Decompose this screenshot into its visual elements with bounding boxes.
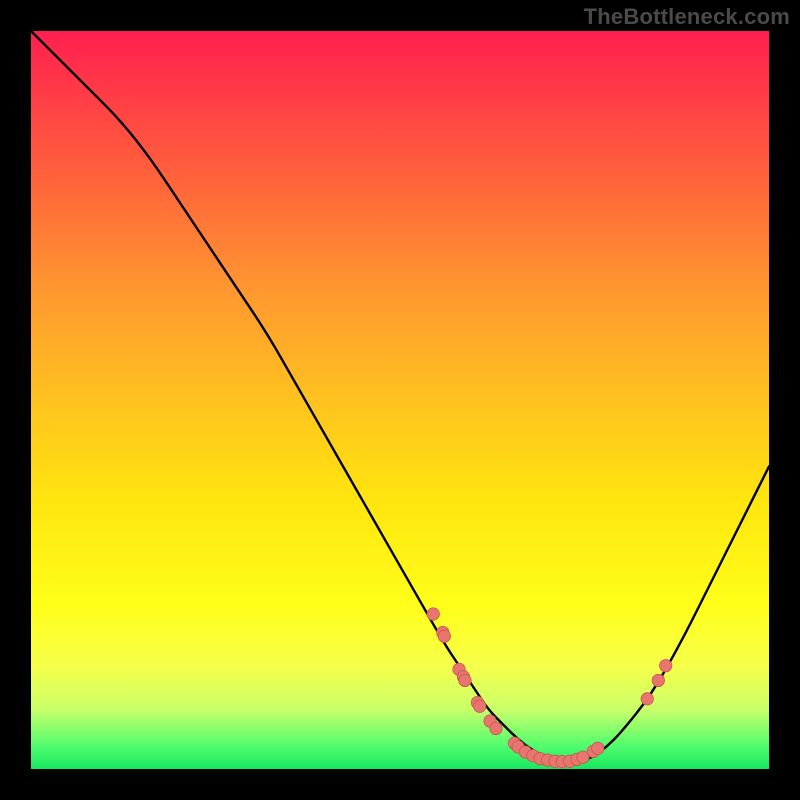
watermark-text: TheBottleneck.com — [584, 4, 790, 30]
bottleneck-curve — [31, 31, 769, 762]
data-marker — [459, 674, 471, 686]
data-marker — [641, 693, 653, 705]
data-marker — [592, 742, 604, 754]
data-marker — [427, 608, 439, 620]
data-marker — [659, 659, 671, 671]
curve-overlay — [31, 31, 769, 769]
marker-layer — [427, 608, 672, 768]
chart-stage: TheBottleneck.com — [0, 0, 800, 800]
data-marker — [474, 700, 486, 712]
data-marker — [438, 630, 450, 642]
data-marker — [490, 722, 502, 734]
data-marker — [652, 674, 664, 686]
